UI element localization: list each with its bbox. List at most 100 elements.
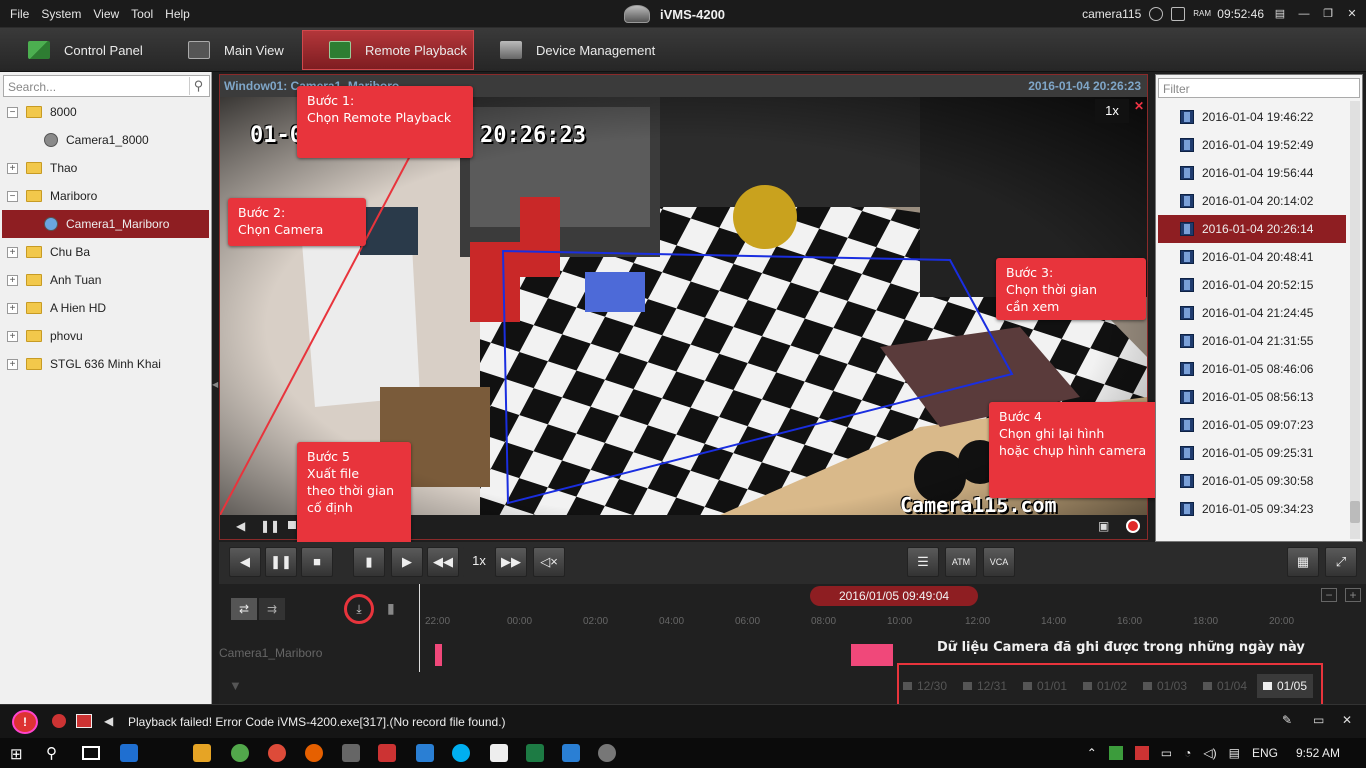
tree-group[interactable]: + STGL 636 Minh Khai: [2, 350, 209, 378]
lock-icon[interactable]: ▤: [1272, 7, 1288, 21]
record-item[interactable]: 2016-01-04 19:56:44: [1158, 159, 1346, 187]
restore-button[interactable]: ❐: [1320, 7, 1336, 21]
record-item[interactable]: 2016-01-05 08:56:13: [1158, 383, 1346, 411]
edge-icon[interactable]: [120, 744, 138, 762]
next-frame-button[interactable]: ▶: [391, 547, 423, 577]
wifi-icon[interactable]: ◔: [1184, 746, 1191, 760]
file-list-button[interactable]: ☰: [907, 547, 939, 577]
search-icon[interactable]: ⚲: [46, 744, 57, 762]
snapshot-icon[interactable]: ▣: [1098, 519, 1109, 533]
fullscreen-button[interactable]: ⤢: [1325, 547, 1357, 577]
tree-camera-selected[interactable]: Camera1_Mariboro: [2, 210, 209, 238]
collapse-icon[interactable]: −: [7, 190, 18, 202]
expand-icon[interactable]: +: [7, 246, 18, 258]
collapse-icon[interactable]: −: [7, 106, 18, 118]
record-item[interactable]: 2016-01-05 09:34:23: [1158, 495, 1346, 523]
expand-icon[interactable]: +: [7, 358, 18, 370]
tree-group[interactable]: − 8000: [2, 98, 209, 126]
excel-icon[interactable]: [526, 744, 544, 762]
keyboard-icon[interactable]: [1171, 7, 1186, 21]
date-item[interactable]: 12/31: [963, 679, 1007, 693]
chrome-icon[interactable]: [268, 744, 286, 762]
pause-button[interactable]: ❚❚: [265, 547, 297, 577]
record-item[interactable]: 2016-01-04 20:14:02: [1158, 187, 1346, 215]
teamviewer-icon[interactable]: [562, 744, 580, 762]
filter-input[interactable]: Filter: [1158, 78, 1360, 98]
menu-tool[interactable]: Tool: [125, 0, 159, 28]
bookmark-icon[interactable]: ▮: [387, 600, 395, 617]
search-input[interactable]: Search... ⚲: [3, 75, 210, 97]
record-item[interactable]: 2016-01-05 09:30:58: [1158, 467, 1346, 495]
antivirus-icon[interactable]: [1134, 746, 1149, 760]
expand-icon[interactable]: +: [7, 330, 18, 342]
slow-down-button[interactable]: ◀◀: [427, 547, 459, 577]
tree-group[interactable]: + A Hien HD: [2, 294, 209, 322]
record-icon[interactable]: [1126, 519, 1140, 533]
reverse-play-button[interactable]: ◀: [229, 547, 261, 577]
search-icon[interactable]: ⚲: [189, 77, 207, 95]
windows-start-icon[interactable]: ⊞: [10, 745, 23, 763]
date-item-active[interactable]: 01/05: [1257, 674, 1314, 698]
record-segment[interactable]: [435, 644, 442, 666]
restore-panel-icon[interactable]: ▭: [1313, 713, 1324, 727]
zoom-out-button[interactable]: −: [1321, 588, 1337, 602]
record-segment[interactable]: [851, 644, 893, 666]
collapse-left-panel-icon[interactable]: ◀: [212, 380, 218, 390]
tree-group[interactable]: + phovu: [2, 322, 209, 350]
firefox-icon[interactable]: [305, 744, 323, 762]
tool-icon[interactable]: [342, 744, 360, 762]
record-item[interactable]: 2016-01-04 19:46:22: [1158, 103, 1346, 131]
alarm-icon[interactable]: [52, 714, 66, 728]
tab-device-management[interactable]: Device Management: [474, 30, 664, 70]
date-item[interactable]: 12/30: [903, 679, 947, 693]
battery-icon[interactable]: ▭: [1161, 746, 1172, 760]
app-icon[interactable]: [378, 744, 396, 762]
tray-expand-icon[interactable]: ⌃: [1087, 746, 1097, 760]
prev-frame-icon[interactable]: ◀: [236, 519, 245, 533]
stop-icon[interactable]: [288, 521, 296, 529]
taskbar-clock[interactable]: 9:52 AM: [1296, 746, 1340, 760]
expand-icon[interactable]: +: [7, 302, 18, 314]
skype-icon[interactable]: [452, 744, 470, 762]
close-button[interactable]: ✕: [1344, 7, 1360, 21]
record-item[interactable]: 2016-01-04 19:52:49: [1158, 131, 1346, 159]
record-item[interactable]: 2016-01-04 21:31:55: [1158, 327, 1346, 355]
download-icon[interactable]: ⤓: [344, 594, 374, 624]
tab-control-panel[interactable]: Control Panel: [2, 30, 162, 70]
record-scrollbar[interactable]: [1350, 101, 1360, 539]
volume-icon[interactable]: ◁): [1203, 746, 1216, 760]
filter-icon[interactable]: ▼: [229, 678, 242, 693]
event-icon[interactable]: [76, 714, 92, 728]
layout-button[interactable]: ▦: [1287, 547, 1319, 577]
expand-icon[interactable]: +: [7, 162, 18, 174]
vca-search-button[interactable]: VCA: [983, 547, 1015, 577]
close-window-icon[interactable]: ✕: [1134, 99, 1144, 113]
media-icon[interactable]: [193, 744, 211, 762]
pause-icon[interactable]: ❚❚: [260, 519, 280, 533]
minimize-button[interactable]: —: [1296, 7, 1312, 21]
zoom-in-button[interactable]: +: [1345, 588, 1361, 602]
warning-icon[interactable]: !: [12, 710, 38, 734]
date-item[interactable]: 01/02: [1083, 679, 1127, 693]
mail-icon[interactable]: [490, 744, 508, 762]
speed-up-button[interactable]: ▶▶: [495, 547, 527, 577]
timeline-panel[interactable]: ⇄ ⇉ ⤓ ▮ 2016/01/05 09:49:04 − + 22:00 00…: [219, 584, 1366, 713]
drive-icon[interactable]: [1108, 746, 1123, 760]
stop-button[interactable]: ■: [301, 547, 333, 577]
close-status-icon[interactable]: ✕: [1342, 713, 1352, 727]
tree-group[interactable]: − Mariboro: [2, 182, 209, 210]
globe-icon[interactable]: [1149, 7, 1164, 21]
ivms-taskbar-icon[interactable]: [598, 744, 616, 762]
utorrent-icon[interactable]: [231, 744, 249, 762]
task-view-icon[interactable]: [82, 746, 100, 760]
atm-search-button[interactable]: ATM: [945, 547, 977, 577]
record-item[interactable]: 2016-01-04 20:48:41: [1158, 243, 1346, 271]
record-item[interactable]: 2016-01-04 20:52:15: [1158, 271, 1346, 299]
pin-icon[interactable]: ✎: [1282, 713, 1292, 727]
tab-remote-playback[interactable]: Remote Playback: [302, 30, 474, 70]
menu-file[interactable]: File: [4, 0, 35, 28]
record-item[interactable]: 2016-01-05 08:46:06: [1158, 355, 1346, 383]
tab-main-view[interactable]: Main View: [162, 30, 292, 70]
mute-button[interactable]: ◁×: [533, 547, 565, 577]
step-button[interactable]: ▮: [353, 547, 385, 577]
